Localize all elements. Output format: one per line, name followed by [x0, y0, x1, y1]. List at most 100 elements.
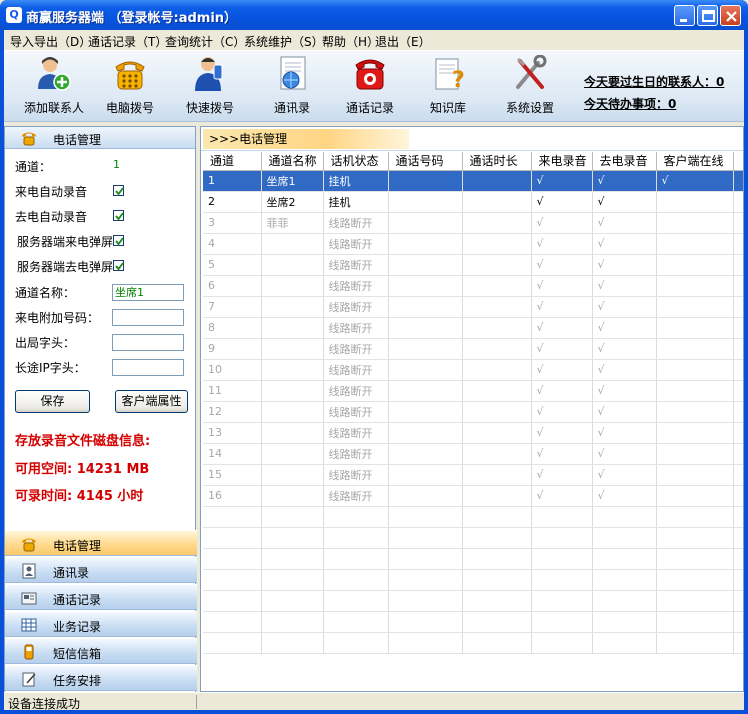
table-row[interactable]	[203, 632, 743, 654]
outgoing-record-checkbox[interactable]	[113, 210, 124, 221]
todo-notice[interactable]: 今天待办事项：0	[584, 95, 676, 112]
table-cell-filler	[733, 296, 743, 318]
table-cell: √	[592, 380, 657, 402]
title-bar[interactable]: Q 商赢服务器端 （登录帐号:admin）	[0, 0, 748, 30]
table-cell	[388, 443, 463, 465]
nav-phone-management[interactable]: 电话管理	[5, 530, 197, 556]
menu-call-records[interactable]: 通话记录（T）	[88, 33, 167, 50]
birthday-notice[interactable]: 今天要过生日的联系人：0	[584, 73, 724, 90]
column-header[interactable]: 通话时长	[462, 152, 532, 171]
table-row[interactable]: 9 线路断开 √ √	[203, 338, 743, 360]
incoming-record-label: 来电自动录音	[15, 185, 88, 199]
table-cell	[261, 506, 324, 528]
column-header[interactable]: 客户端在线	[656, 152, 734, 171]
panel-title: 电话管理	[53, 133, 102, 147]
table-cell-filler	[733, 485, 743, 507]
close-button[interactable]	[720, 5, 741, 26]
table-cell	[388, 422, 463, 444]
table-row[interactable]	[203, 506, 743, 528]
call-records-button[interactable]: 通话记录	[334, 55, 406, 119]
client-properties-button[interactable]: 客户端属性	[115, 390, 188, 413]
table-row[interactable]: 16 线路断开 √ √	[203, 485, 743, 507]
table-row[interactable]	[203, 590, 743, 612]
outside-prefix-label: 出局字头：	[15, 336, 76, 350]
table-cell	[388, 191, 463, 213]
table-cell: 菲菲	[261, 212, 324, 234]
table-row[interactable]: 8 线路断开 √ √	[203, 317, 743, 339]
extra-number-input[interactable]	[112, 309, 184, 326]
address-book-button[interactable]: 通讯录	[256, 55, 328, 119]
menu-help[interactable]: 帮助（H）	[322, 33, 379, 50]
nav-address-book[interactable]: 通讯录	[5, 557, 197, 583]
menu-system-maintenance[interactable]: 系统维护（S）	[244, 33, 324, 50]
incoming-record-checkbox[interactable]	[113, 185, 124, 196]
nav-label: 业务记录	[53, 620, 102, 634]
column-header[interactable]: 去电录音	[592, 152, 657, 171]
table-row[interactable]: 2 坐席2 挂机 √ √	[203, 191, 743, 213]
server-outgoing-popup-checkbox[interactable]	[113, 260, 124, 271]
menu-import-export[interactable]: 导入导出（D）	[10, 33, 91, 50]
table-row[interactable]	[203, 527, 743, 549]
table-cell	[656, 422, 734, 444]
table-row[interactable]: 15 线路断开 √ √	[203, 464, 743, 486]
table-row[interactable]: 6 线路断开 √ √	[203, 275, 743, 297]
table-cell-filler	[733, 611, 743, 633]
menu-exit[interactable]: 退出（E）	[375, 33, 431, 50]
channel-name-input[interactable]: 坐席1	[112, 284, 184, 301]
add-contact-button[interactable]: 添加联系人	[18, 55, 90, 119]
column-header[interactable]: 通道名称	[261, 152, 324, 171]
column-header[interactable]: 来电录音	[531, 152, 593, 171]
table-row[interactable]: 7 线路断开 √ √	[203, 296, 743, 318]
table-cell	[203, 527, 262, 549]
table-row[interactable]	[203, 569, 743, 591]
nav-task-schedule[interactable]: 任务安排	[5, 665, 197, 691]
table-row[interactable]: 13 线路断开 √ √	[203, 422, 743, 444]
column-header[interactable]: 通道	[203, 152, 262, 171]
knowledge-base-button[interactable]: ? 知识库	[412, 55, 484, 119]
table-cell: 9	[203, 338, 262, 360]
system-settings-label: 系统设置	[505, 101, 554, 115]
table-cell	[531, 632, 593, 654]
system-settings-button[interactable]: 系统设置	[494, 55, 566, 119]
nav-call-records[interactable]: 通话记录	[5, 584, 197, 610]
table-cell	[261, 254, 324, 276]
table-cell	[261, 485, 324, 507]
table-cell	[656, 296, 734, 318]
server-incoming-popup-checkbox[interactable]	[113, 235, 124, 246]
nav-sms-inbox[interactable]: 短信信箱	[5, 638, 197, 664]
column-header[interactable]: 通话号码	[388, 152, 463, 171]
quick-dial-button[interactable]: 快速拨号	[174, 55, 246, 119]
status-bar: 设备连接成功	[4, 692, 744, 711]
column-header[interactable]: 话机状态	[323, 152, 389, 171]
maximize-button[interactable]	[697, 5, 718, 26]
table-row[interactable]: 3 菲菲 线路断开 √ √	[203, 212, 743, 234]
nav-business-records[interactable]: 业务记录	[5, 611, 197, 637]
save-button[interactable]: 保存	[15, 390, 90, 413]
table-row[interactable]	[203, 611, 743, 633]
knowledge-base-icon: ?	[435, 58, 465, 93]
table-cell	[261, 233, 324, 255]
table-row[interactable]	[203, 548, 743, 570]
ip-prefix-input[interactable]	[112, 359, 184, 376]
table-cell	[592, 569, 657, 591]
menu-query-stats[interactable]: 查询统计（C）	[165, 33, 245, 50]
table-cell	[203, 569, 262, 591]
outside-prefix-input[interactable]	[112, 334, 184, 351]
table-row[interactable]: 14 线路断开 √ √	[203, 443, 743, 465]
table-cell-filler	[733, 632, 743, 654]
table-cell	[388, 548, 463, 570]
tab-phone-management[interactable]: >>>电话管理	[203, 129, 409, 149]
table-cell: 10	[203, 359, 262, 381]
table-cell: √	[531, 401, 593, 423]
table-row[interactable]: 4 线路断开 √ √	[203, 233, 743, 255]
table-row[interactable]: 5 线路断开 √ √	[203, 254, 743, 276]
table-row[interactable]: 11 线路断开 √ √	[203, 380, 743, 402]
pc-dial-button[interactable]: 电脑拨号	[94, 55, 166, 119]
add-contact-icon	[38, 57, 71, 91]
table-row[interactable]: 10 线路断开 √ √	[203, 359, 743, 381]
minimize-button[interactable]	[674, 5, 695, 26]
table-row[interactable]: 1 坐席1 挂机 √ √ √	[203, 170, 743, 192]
table-cell-filler	[733, 569, 743, 591]
table-cell: √	[656, 170, 734, 192]
table-row[interactable]: 12 线路断开 √ √	[203, 401, 743, 423]
